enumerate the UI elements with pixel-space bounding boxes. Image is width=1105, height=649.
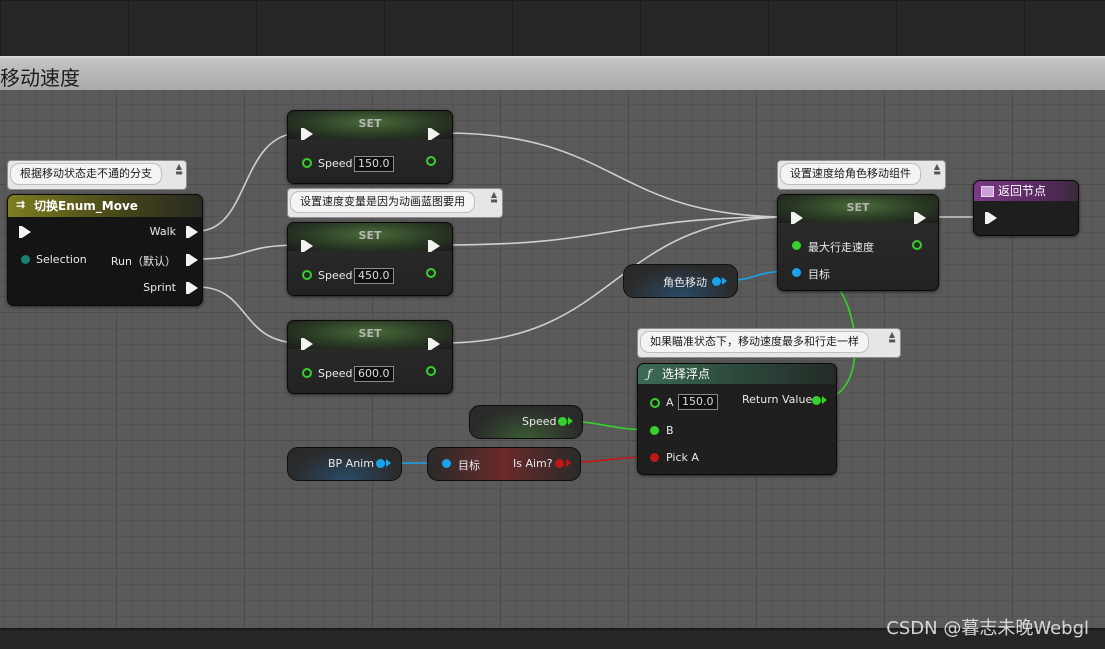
set-exec-out-pin[interactable] xyxy=(428,338,440,350)
comment-bubble-select[interactable]: 如果瞄准状态下，移动速度最多和行走一样 xyxy=(640,331,869,353)
set-speed-node-sprint[interactable]: SET Speed 600.0 xyxy=(287,320,453,394)
set-speed-label: Speed xyxy=(318,157,353,170)
bp-anim-label: BP Anim xyxy=(328,457,374,470)
select-pick-a-pin[interactable] xyxy=(650,453,659,462)
comment-pin-icon[interactable]: ▲ ▬ xyxy=(933,163,941,182)
select-pick-a-label: Pick A xyxy=(666,451,699,464)
set-speed-node-run[interactable]: SET Speed 450.0 xyxy=(287,222,453,296)
set-speed-in-pin[interactable] xyxy=(302,368,312,378)
comment-bubble-set-var[interactable]: 设置速度变量是因为动画蓝图要用 xyxy=(290,191,475,213)
return-node-icon xyxy=(981,186,994,197)
comment-pin-icon[interactable]: ▲ ▬ xyxy=(888,331,896,350)
pin-arrow-icon xyxy=(568,417,573,425)
select-a-pin[interactable] xyxy=(650,398,660,408)
exec-wire-run xyxy=(197,244,301,260)
max-walk-speed-in-pin[interactable] xyxy=(792,241,801,250)
pin-arrow-icon xyxy=(822,396,827,404)
set-max-walk-speed-node[interactable]: SET 最大行走速度 目标 xyxy=(777,194,939,291)
switch-selection-label: Selection xyxy=(36,253,87,266)
set-speed-out-pin[interactable] xyxy=(426,366,436,376)
speed-variable-label: Speed xyxy=(522,415,557,428)
return-exec-in-pin[interactable] xyxy=(985,212,997,224)
switch-out-walk-pin[interactable] xyxy=(186,226,198,238)
pin-arrow-icon xyxy=(566,459,571,467)
return-value-label: Return Value xyxy=(742,393,813,406)
select-float-header: 选择浮点 xyxy=(638,364,836,384)
switch-out-run-label: Run（默认） xyxy=(110,255,176,268)
set-speed-value-field[interactable]: 450.0 xyxy=(354,268,394,284)
exec-wire-walk xyxy=(197,132,301,232)
is-aim-getter-node[interactable]: 目标 Is Aim? xyxy=(427,447,581,481)
switch-out-run-pin[interactable] xyxy=(186,254,198,266)
function-icon: ƒ xyxy=(647,367,652,381)
speed-variable-out-pin[interactable] xyxy=(558,417,567,426)
switch-node-header: 切换Enum_Move xyxy=(8,195,202,217)
set-exec-out-pin[interactable] xyxy=(428,128,440,140)
return-node-title: 返回节点 xyxy=(998,184,1047,198)
pin-arrow-icon xyxy=(722,277,727,285)
set-exec-in-pin[interactable] xyxy=(301,240,313,252)
set-speed-in-pin[interactable] xyxy=(302,158,312,168)
watermark: CSDN @暮志未晚Webgl xyxy=(886,618,1089,639)
select-float-title: 选择浮点 xyxy=(662,367,711,381)
switch-out-sprint-label: Sprint xyxy=(143,281,176,294)
max-walk-speed-label: 最大行走速度 xyxy=(808,241,874,254)
switch-out-walk-label: Walk xyxy=(149,225,176,238)
switch-enum-node[interactable]: 切换Enum_Move ⇉ Selection Walk Run（默认） Spr… xyxy=(7,194,203,306)
set-speed-value-field[interactable]: 150.0 xyxy=(354,156,394,172)
set-speed-label: Speed xyxy=(318,367,353,380)
set-exec-out-pin[interactable] xyxy=(914,212,926,224)
comment-pin-icon[interactable]: ▲ ▬ xyxy=(175,163,183,182)
set-speed-in-pin[interactable] xyxy=(302,270,312,280)
comment-pin-icon[interactable]: ▲ ▬ xyxy=(490,191,498,210)
set-exec-in-pin[interactable] xyxy=(301,338,313,350)
is-aim-output-label: Is Aim? xyxy=(513,457,553,470)
set-speed-node-walk[interactable]: SET Speed 150.0 xyxy=(287,110,453,184)
comment-bubble-switch[interactable]: 根据移动状态走不通的分支 xyxy=(10,163,162,185)
switch-node-title: 切换Enum_Move xyxy=(34,199,138,213)
switch-icon: ⇉ xyxy=(16,198,26,211)
set-speed-value-field[interactable]: 600.0 xyxy=(354,366,394,382)
is-aim-out-pin[interactable] xyxy=(555,459,564,468)
target-in-pin[interactable] xyxy=(792,268,801,277)
max-walk-speed-out-pin[interactable] xyxy=(912,240,922,250)
bp-anim-variable-node[interactable]: BP Anim xyxy=(287,447,402,481)
switch-selection-pin[interactable] xyxy=(21,255,30,264)
set-speed-out-pin[interactable] xyxy=(426,268,436,278)
select-a-value-field[interactable]: 150.0 xyxy=(678,394,718,410)
switch-exec-in-pin[interactable] xyxy=(19,226,31,238)
pin-arrow-icon xyxy=(386,459,391,467)
target-label: 目标 xyxy=(808,268,830,281)
switch-out-sprint-pin[interactable] xyxy=(186,282,198,294)
wire-layer xyxy=(197,132,985,464)
bp-anim-out-pin[interactable] xyxy=(376,459,385,468)
is-aim-target-label: 目标 xyxy=(458,459,480,472)
select-float-node[interactable]: 选择浮点 ƒ A 150.0 Return Value B Pick A xyxy=(637,363,837,475)
comment-bubble-set-speed[interactable]: 设置速度给角色移动组件 xyxy=(780,163,921,185)
is-aim-target-pin[interactable] xyxy=(442,459,451,468)
exec-wire-sprint xyxy=(197,286,301,344)
set-speed-out-pin[interactable] xyxy=(426,156,436,166)
select-b-label: B xyxy=(666,424,674,437)
return-node[interactable]: 返回节点 xyxy=(973,180,1079,236)
set-exec-in-pin[interactable] xyxy=(791,212,803,224)
character-movement-label: 角色移动 xyxy=(663,276,707,289)
set-exec-out-pin[interactable] xyxy=(428,240,440,252)
character-movement-variable-node[interactable]: 角色移动 xyxy=(623,264,738,298)
select-b-pin[interactable] xyxy=(650,426,659,435)
character-movement-out-pin[interactable] xyxy=(712,277,721,286)
set-speed-label: Speed xyxy=(318,269,353,282)
speed-variable-node[interactable]: Speed xyxy=(469,405,583,439)
select-a-label: A xyxy=(666,396,674,409)
return-value-out-pin[interactable] xyxy=(812,396,821,405)
set-exec-in-pin[interactable] xyxy=(301,128,313,140)
